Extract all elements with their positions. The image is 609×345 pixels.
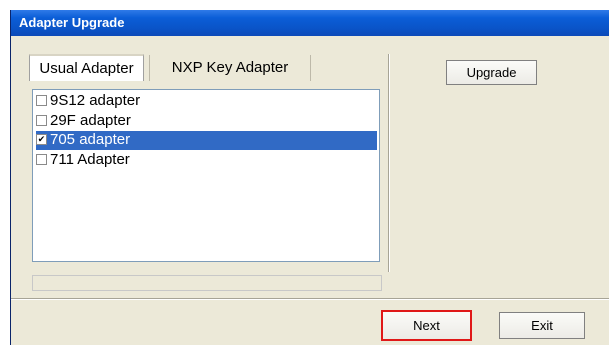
tab-usual-adapter[interactable]: Usual Adapter: [29, 54, 144, 81]
checkbox[interactable]: [36, 94, 47, 106]
checkbox[interactable]: [36, 153, 47, 165]
tab-nxp-key-adapter[interactable]: NXP Key Adapter: [149, 55, 311, 81]
list-item-29f-adapter[interactable]: 29F adapter: [36, 112, 377, 131]
vertical-divider: [388, 54, 390, 272]
upgrade-button[interactable]: Upgrade: [446, 60, 537, 85]
checkbox-checked[interactable]: ✔: [36, 133, 47, 145]
list-item-711-adapter[interactable]: 711 Adapter: [36, 151, 377, 170]
horizontal-divider: [11, 298, 609, 300]
title-bar[interactable]: Adapter Upgrade: [11, 10, 609, 36]
window-title: Adapter Upgrade: [19, 15, 125, 30]
list-item-705-adapter[interactable]: ✔ 705 adapter: [36, 131, 377, 150]
exit-button[interactable]: Exit: [499, 312, 585, 339]
adapter-list[interactable]: 9S12 adapter 29F adapter ✔ 705 adapter 71…: [32, 89, 380, 262]
check-icon: ✔: [37, 133, 46, 144]
checkbox[interactable]: [36, 114, 47, 126]
adapter-upgrade-window: Adapter Upgrade Usual Adapter NXP Key Ad…: [10, 10, 609, 345]
list-item-label: 705 adapter: [50, 131, 131, 148]
list-item-label: 29F adapter: [50, 112, 131, 129]
list-item-9s12-adapter[interactable]: 9S12 adapter: [36, 92, 377, 111]
upgrade-progress-bar: [32, 275, 382, 291]
list-item-label: 9S12 adapter: [50, 92, 141, 109]
next-button[interactable]: Next: [381, 310, 472, 341]
list-item-label: 711 Adapter: [50, 151, 130, 168]
